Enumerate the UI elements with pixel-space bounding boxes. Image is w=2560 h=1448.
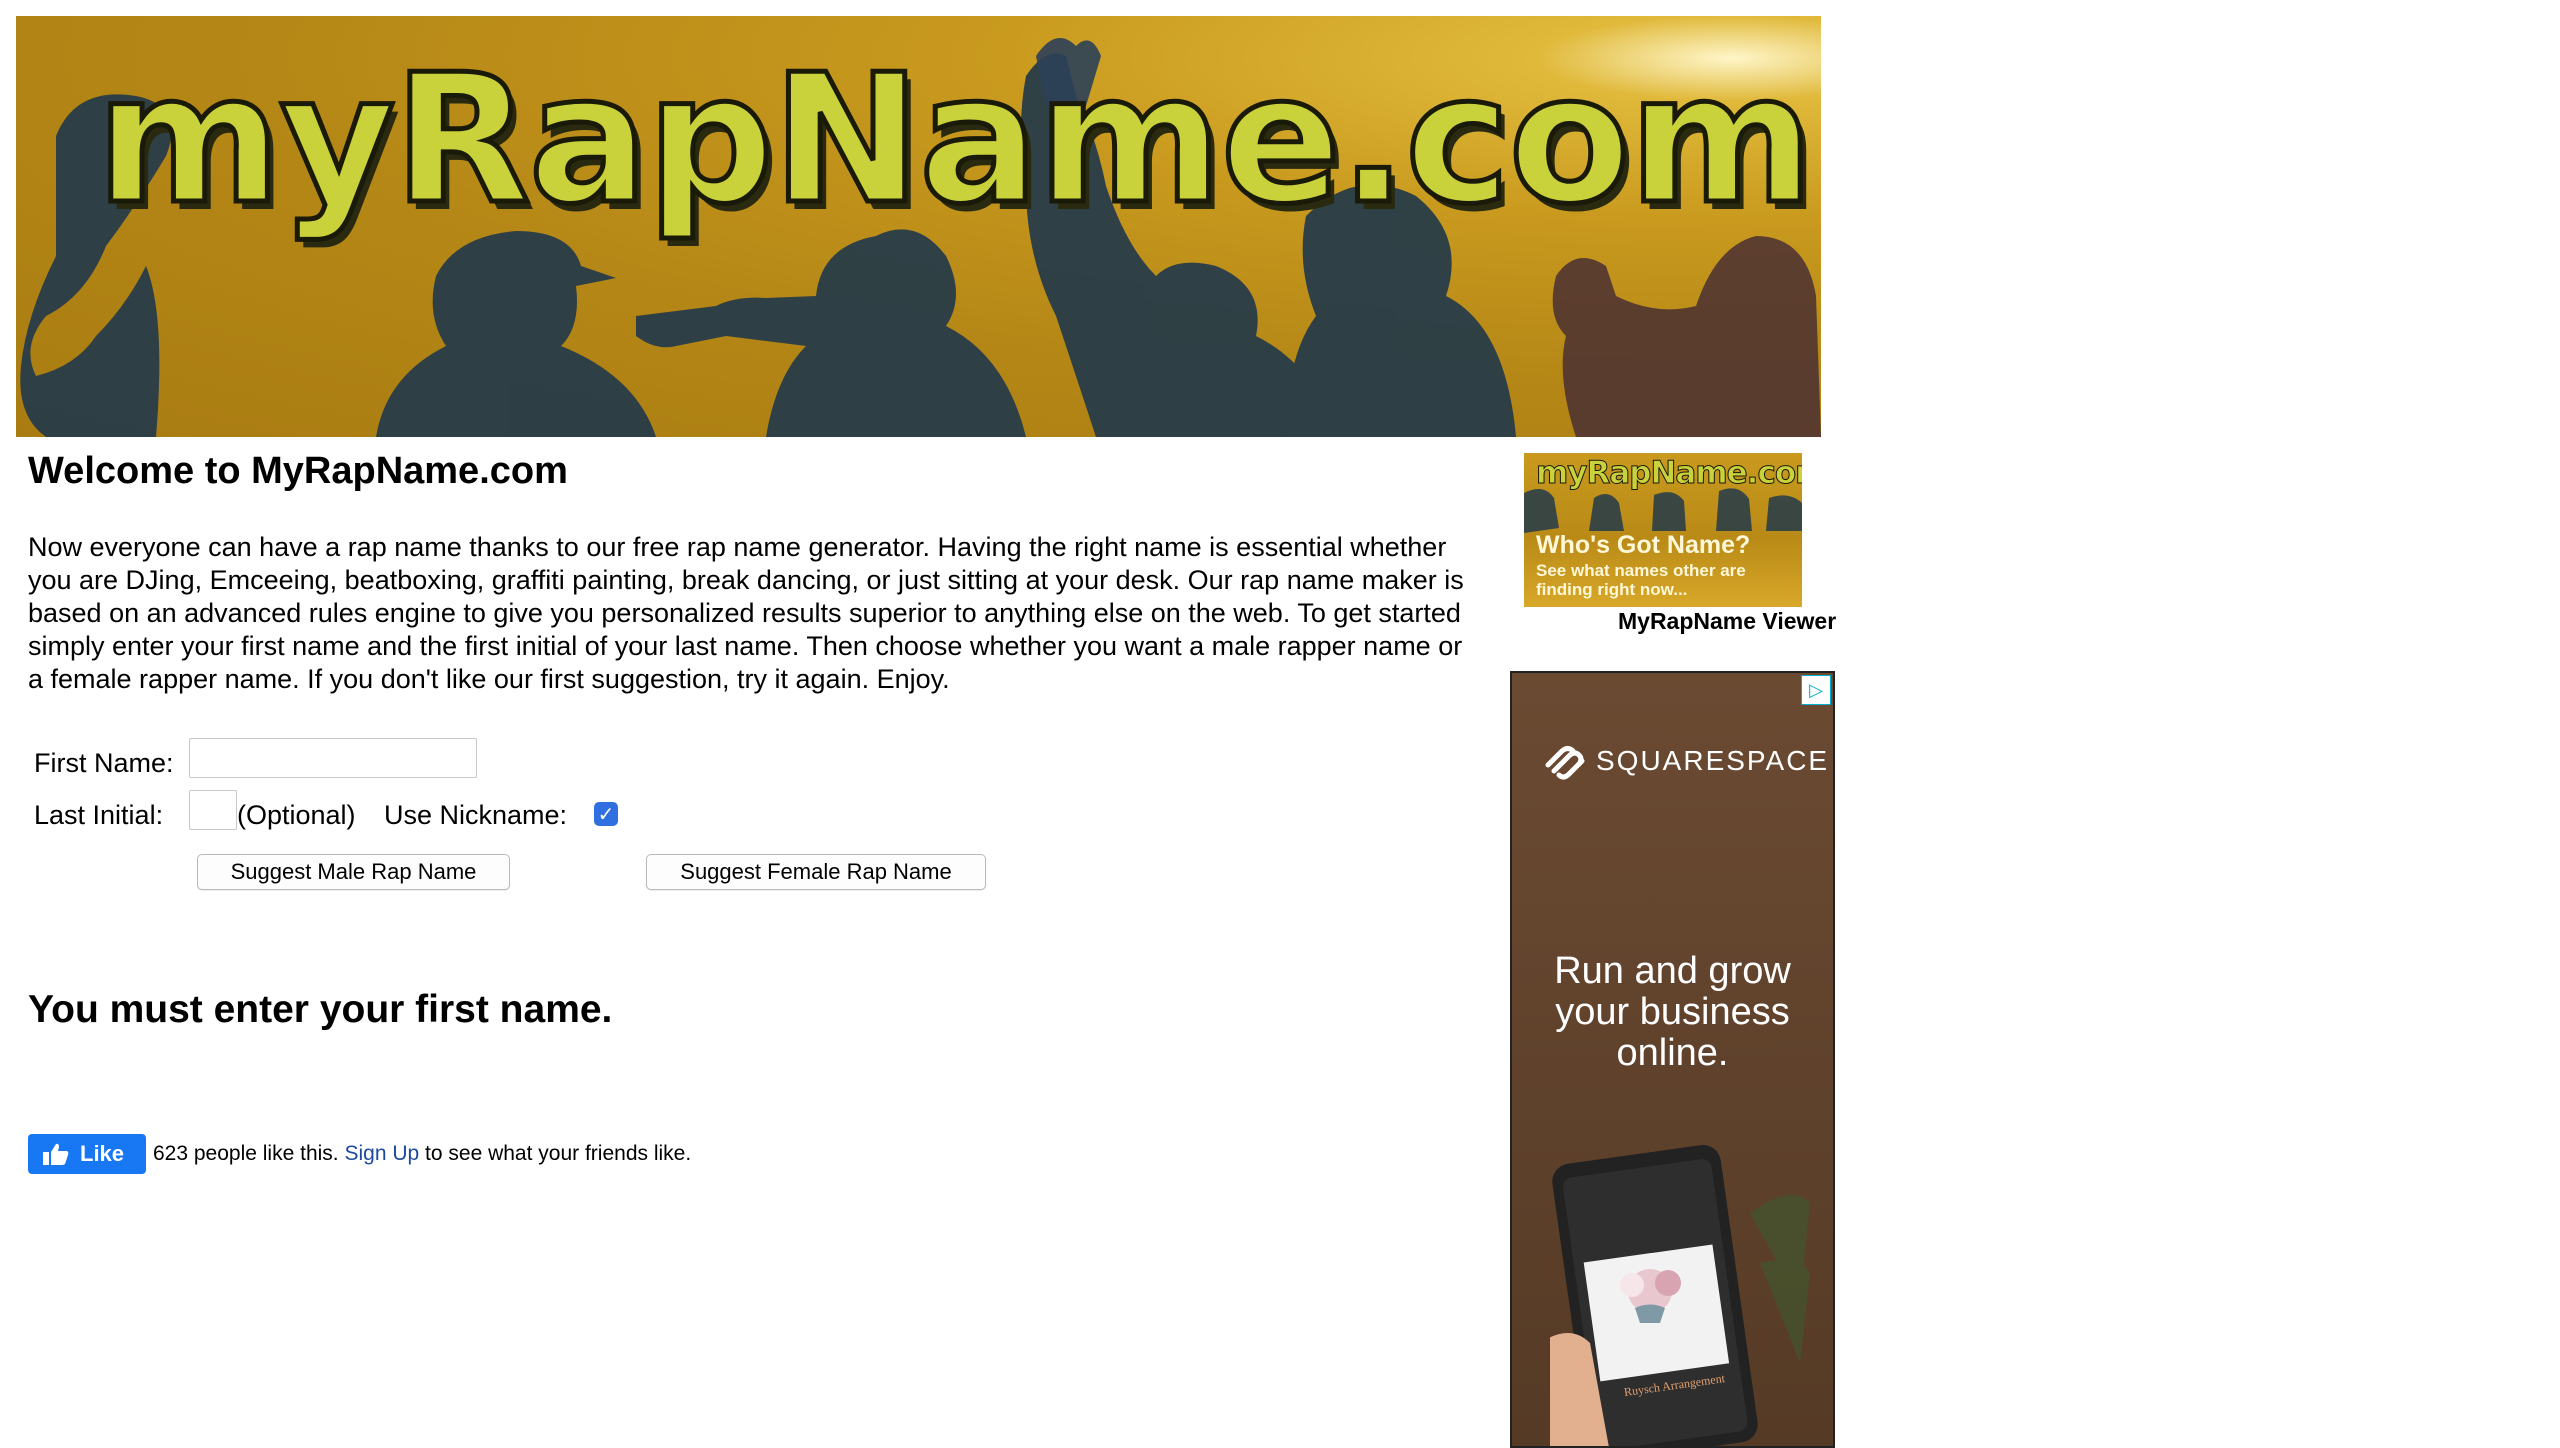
suggest-male-button[interactable]: Suggest Male Rap Name [197,854,510,890]
site-banner: myRapName.com [16,16,1821,437]
rapname-viewer-thumbnail[interactable]: myRapName.com Who's Got Name? See what n… [1524,453,1802,607]
nickname-label: Use Nickname: [384,800,568,830]
last-initial-label: Last Initial: [34,800,164,830]
first-name-label: First Name: [34,748,174,778]
intro-paragraph: Now everyone can have a rap name thanks … [28,532,1464,694]
viewer-thumb-heading: Who's Got Name? [1536,531,1751,559]
ad-headline: Run and grow your business online. [1554,950,1791,1074]
like-count: 623 people like this. [153,1142,339,1165]
last-initial-input[interactable] [189,790,237,830]
friends-suffix: to see what your friends like. [425,1142,692,1165]
viewer-thumb-subtext: See what names other are finding right n… [1536,561,1746,599]
signup-link[interactable]: Sign Up [344,1142,419,1165]
ad-phone-image: Ruysch Arrangement [1550,1144,1810,1446]
thumbs-up-icon [43,1143,69,1165]
like-label: Like [80,1141,125,1166]
suggest-female-button[interactable]: Suggest Female Rap Name [646,854,986,890]
banner-logo-text: myRapName.com [93,34,1816,246]
ad-choices-icon[interactable]: ▷ [1801,675,1831,705]
viewer-caption[interactable]: MyRapName Viewer [1618,608,1836,635]
error-message: You must enter your first name. [28,988,613,1031]
like-count-text: 623 people like this. Sign Up to see wha… [153,1142,691,1166]
facebook-like-button[interactable]: Like [28,1134,146,1174]
page-title: Welcome to MyRapName.com [28,450,568,492]
optional-label: (Optional) [237,800,356,830]
main-content: Welcome to MyRapName.com Now everyone ca… [28,450,1478,1174]
ad-brand-name: SQUARESPACE [1596,745,1830,776]
first-name-input[interactable] [189,738,477,778]
squarespace-ad[interactable]: ▷ SQUARESPACE Run and grow your business… [1510,671,1835,1448]
checkmark-icon: ✓ [597,802,615,826]
squarespace-logo-icon [1545,746,1585,780]
viewer-thumb-title: myRapName.com [1535,455,1802,492]
nickname-checkbox[interactable]: ✓ [594,802,618,826]
